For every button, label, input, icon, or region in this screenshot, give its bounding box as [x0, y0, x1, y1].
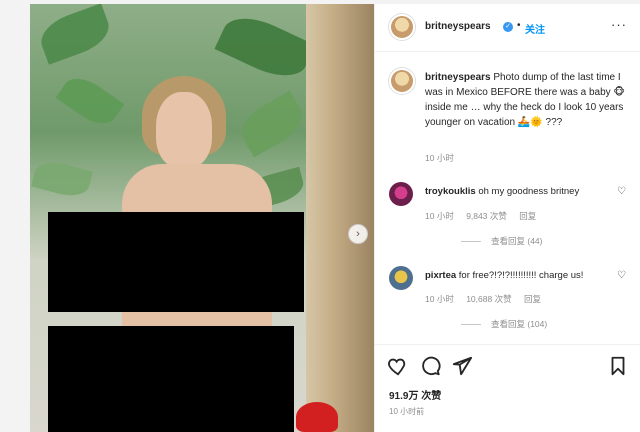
- post-photo[interactable]: ›: [30, 4, 374, 432]
- caption-time: 10 小时: [425, 153, 454, 163]
- comment-meta: 10 小时 9,843 次赞 回复: [425, 210, 546, 222]
- bookmark-icon[interactable]: [607, 355, 629, 377]
- view-replies-button[interactable]: 查看回复 (104): [461, 318, 547, 330]
- instagram-post: › britneyspears ✓ • 关注 ··· britneyspears…: [30, 4, 640, 432]
- chevron-right-icon[interactable]: ›: [348, 224, 368, 244]
- comment-like-heart-icon[interactable]: ♡: [617, 186, 626, 197]
- caption-username[interactable]: britneyspears: [425, 72, 491, 83]
- like-count[interactable]: 91.9万 次赞: [389, 387, 441, 402]
- comment-text: for free?!?!?!!!!!!!!!! charge us!: [458, 270, 584, 281]
- more-options-icon[interactable]: ···: [611, 17, 627, 32]
- comment-like-heart-icon[interactable]: ♡: [617, 270, 626, 281]
- post-header: britneyspears ✓ • 关注 ···: [375, 4, 640, 52]
- caption-avatar[interactable]: [391, 70, 413, 92]
- follow-button[interactable]: 关注: [525, 21, 545, 36]
- caption: britneyspears Photo dump of the last tim…: [425, 70, 625, 130]
- post-actions: 91.9万 次赞 10 小时前: [375, 344, 640, 432]
- comment-time: 10 小时: [425, 294, 454, 304]
- reply-button[interactable]: 回复: [524, 294, 541, 304]
- comment-bubble-icon[interactable]: [419, 355, 441, 377]
- comment-avatar[interactable]: [389, 266, 413, 290]
- comment-username[interactable]: troykouklis: [425, 186, 476, 197]
- comment-username[interactable]: pixrtea: [425, 270, 456, 281]
- censor-bar-bottom: [48, 326, 294, 432]
- verified-badge-icon: ✓: [503, 22, 513, 32]
- post-time: 10 小时前: [389, 407, 425, 416]
- header-username[interactable]: britneyspears: [425, 21, 491, 32]
- censor-bar-top: [48, 212, 304, 312]
- comment-1: troykouklis oh my goodness britney: [425, 186, 579, 197]
- comment-meta: 10 小时 10,688 次赞 回复: [425, 293, 551, 305]
- comment-likes[interactable]: 9,843 次赞: [466, 211, 507, 221]
- rose: [296, 402, 338, 432]
- post-sidebar: britneyspears ✓ • 关注 ··· britneyspears P…: [374, 4, 640, 432]
- reply-button[interactable]: 回复: [519, 211, 536, 221]
- separator-dot: •: [517, 20, 521, 31]
- comment-likes[interactable]: 10,688 次赞: [466, 294, 511, 304]
- heart-icon[interactable]: [387, 355, 409, 377]
- comment-2: pixrtea for free?!?!?!!!!!!!!!! charge u…: [425, 270, 583, 281]
- paper-plane-icon[interactable]: [451, 355, 473, 377]
- avatar[interactable]: [391, 16, 413, 38]
- comment-text: oh my goodness britney: [478, 186, 580, 197]
- comment-time: 10 小时: [425, 211, 454, 221]
- comment-avatar[interactable]: [389, 182, 413, 206]
- view-replies-button[interactable]: 查看回复 (44): [461, 235, 542, 247]
